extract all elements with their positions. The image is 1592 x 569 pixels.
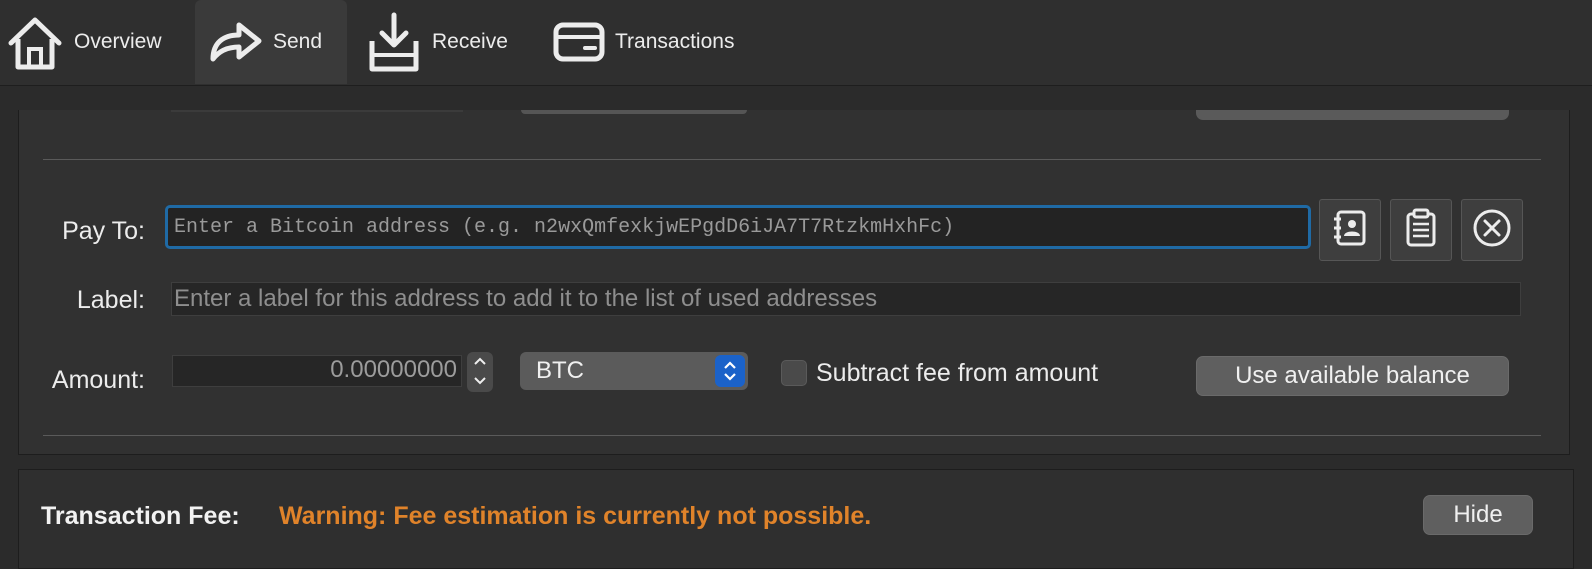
tab-overview[interactable]: Overview bbox=[6, 0, 176, 84]
label-input[interactable] bbox=[171, 282, 1521, 316]
subtract-fee-checkbox[interactable] bbox=[781, 360, 807, 386]
pay-to-label: Pay To: bbox=[62, 217, 145, 245]
address-book-button[interactable] bbox=[1319, 199, 1381, 261]
wallet-card-icon bbox=[553, 20, 605, 64]
stepper-down-icon[interactable] bbox=[473, 373, 487, 391]
tab-overview-label: Overview bbox=[74, 30, 162, 53]
tab-transactions-label: Transactions bbox=[615, 30, 735, 53]
use-available-balance-button[interactable]: Use available balance bbox=[1196, 356, 1509, 396]
transaction-fee-title: Transaction Fee: bbox=[41, 502, 240, 530]
paste-button[interactable] bbox=[1390, 199, 1452, 261]
payment-entry-panel: Pay To: Enter a Bitcoin address (e.g. n2… bbox=[18, 110, 1570, 455]
previous-unit-select-edge bbox=[521, 110, 747, 114]
transaction-fee-section: Transaction Fee: Warning: Fee estimation… bbox=[18, 469, 1574, 569]
stepper-up-icon[interactable] bbox=[473, 353, 487, 371]
select-arrows-icon bbox=[715, 355, 745, 387]
remove-entry-button[interactable] bbox=[1461, 199, 1523, 261]
send-arrow-icon bbox=[205, 13, 263, 71]
entry-divider-bottom bbox=[43, 435, 1541, 436]
amount-stepper[interactable] bbox=[467, 352, 493, 392]
unit-select-value: BTC bbox=[536, 357, 584, 384]
tab-transactions[interactable]: Transactions bbox=[553, 0, 753, 84]
tab-receive-label: Receive bbox=[432, 30, 508, 53]
subtract-fee-label[interactable]: Subtract fee from amount bbox=[816, 359, 1098, 388]
main-toolbar: Overview Send Receive Transactions bbox=[0, 0, 1592, 86]
remove-circle-icon bbox=[1471, 207, 1513, 254]
amount-label: Amount: bbox=[51, 366, 145, 394]
pay-to-input[interactable] bbox=[165, 205, 1311, 249]
receive-tray-icon bbox=[366, 11, 422, 73]
tab-receive[interactable]: Receive bbox=[366, 0, 526, 84]
address-book-icon bbox=[1330, 208, 1370, 253]
hide-fee-button[interactable]: Hide bbox=[1423, 495, 1533, 535]
fee-estimation-warning: Warning: Fee estimation is currently not… bbox=[279, 502, 872, 530]
clipboard-icon bbox=[1401, 208, 1441, 253]
previous-balance-button-edge bbox=[1196, 110, 1509, 120]
entry-divider-top bbox=[43, 159, 1541, 160]
amount-input[interactable]: 0.00000000 bbox=[172, 355, 462, 387]
label-field-label: Label: bbox=[76, 286, 145, 314]
tab-send-label: Send bbox=[273, 30, 323, 53]
previous-amount-field-edge bbox=[171, 110, 463, 112]
tab-send[interactable]: Send bbox=[195, 0, 347, 84]
home-icon bbox=[6, 13, 64, 71]
unit-select[interactable]: BTC bbox=[520, 352, 748, 390]
